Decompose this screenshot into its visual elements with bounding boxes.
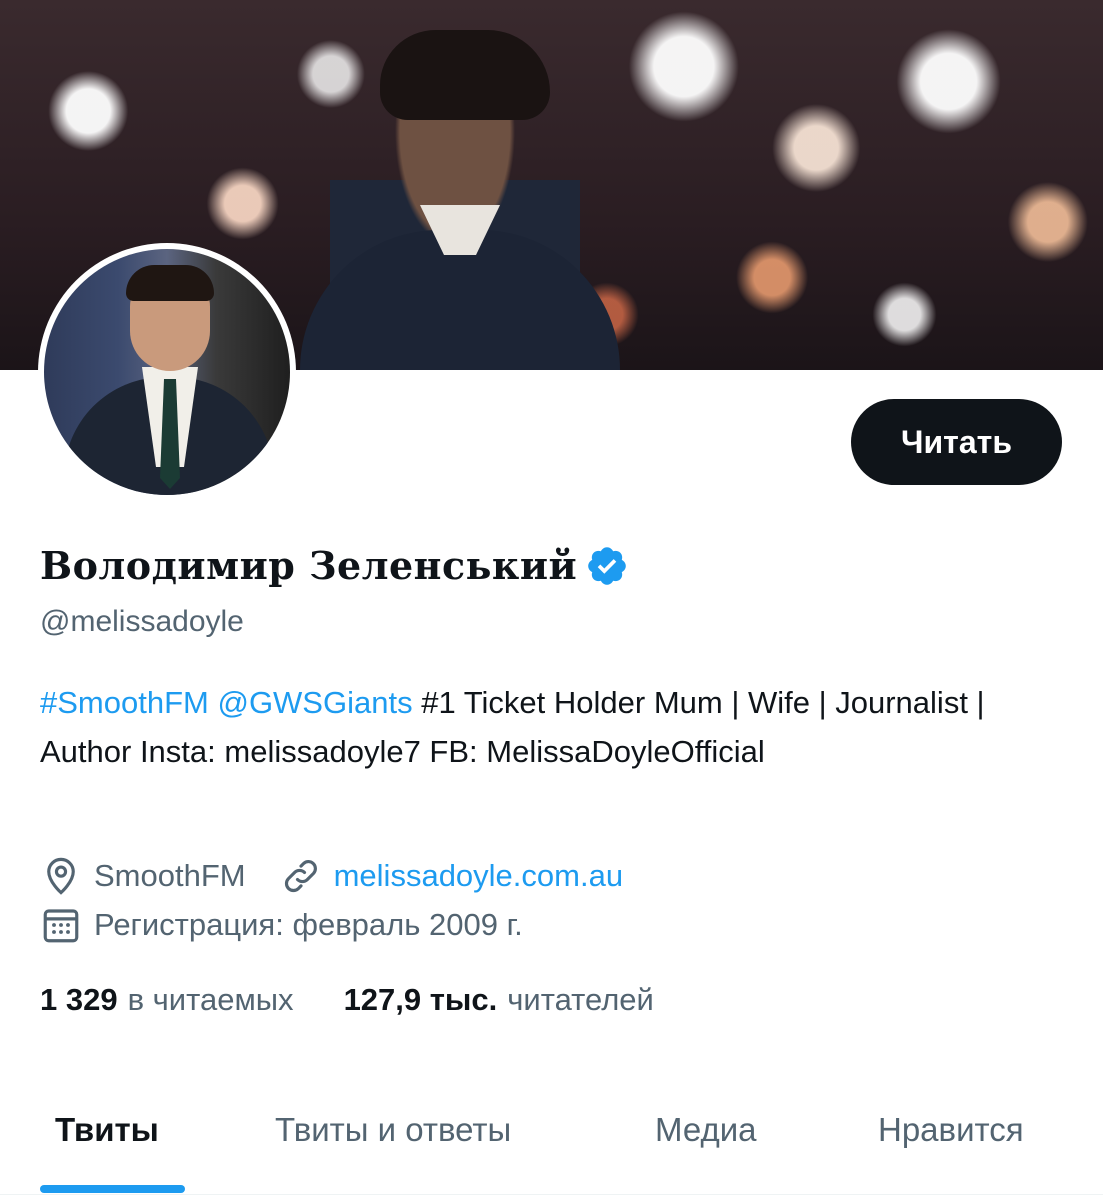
bio-mention-link[interactable]: @GWSGiants: [217, 685, 412, 720]
profile-stats: 1 329 в читаемых 127,9 тыс. читателей: [40, 982, 704, 1018]
display-name: Володимир Зеленський: [40, 543, 578, 588]
location-item: SmoothFM: [40, 855, 246, 897]
profile-tabs: Твиты Твиты и ответы Медиа Нравится: [0, 1085, 1103, 1195]
follow-button[interactable]: Читать: [851, 399, 1062, 485]
profile-avatar[interactable]: [38, 243, 296, 501]
tab-tweets-and-replies[interactable]: Твиты и ответы: [275, 1085, 511, 1175]
joined-text: Регистрация: февраль 2009 г.: [94, 907, 523, 942]
tab-tweets[interactable]: Твиты: [55, 1085, 159, 1175]
profile-meta-row: SmoothFM melissadoyle.com.au: [40, 855, 657, 897]
profile-bio: #SmoothFM @GWSGiants #1 Ticket Holder Mu…: [40, 678, 1000, 776]
location-text: SmoothFM: [94, 858, 246, 893]
following-count: 1 329: [40, 982, 118, 1017]
verified-badge-icon: [588, 546, 627, 585]
active-tab-indicator: [40, 1185, 185, 1193]
tab-likes[interactable]: Нравится: [878, 1085, 1024, 1175]
profile-joined-row: Регистрация: февраль 2009 г.: [40, 904, 557, 946]
followers-count: 127,9 тыс.: [343, 982, 498, 1017]
link-icon: [284, 860, 317, 893]
bio-hashtag-link[interactable]: #SmoothFM: [40, 685, 209, 720]
banner-hair: [380, 30, 550, 120]
followers-stat[interactable]: 127,9 тыс. читателей: [344, 982, 654, 1018]
profile-handle: @melissadoyle: [40, 605, 244, 638]
following-stat[interactable]: 1 329 в читаемых: [40, 982, 294, 1018]
joined-item: Регистрация: февраль 2009 г.: [40, 904, 523, 946]
display-name-row: Володимир Зеленський: [40, 543, 629, 588]
followers-label: читателей: [507, 982, 654, 1017]
tab-media[interactable]: Медиа: [655, 1085, 757, 1175]
following-label: в читаемых: [127, 982, 294, 1017]
location-pin-icon: [47, 857, 75, 895]
website-link[interactable]: melissadoyle.com.au: [334, 858, 623, 894]
calendar-icon: [43, 909, 79, 943]
website-item[interactable]: melissadoyle.com.au: [280, 855, 623, 897]
avatar-image: [44, 249, 290, 495]
avatar-hair: [126, 265, 214, 301]
